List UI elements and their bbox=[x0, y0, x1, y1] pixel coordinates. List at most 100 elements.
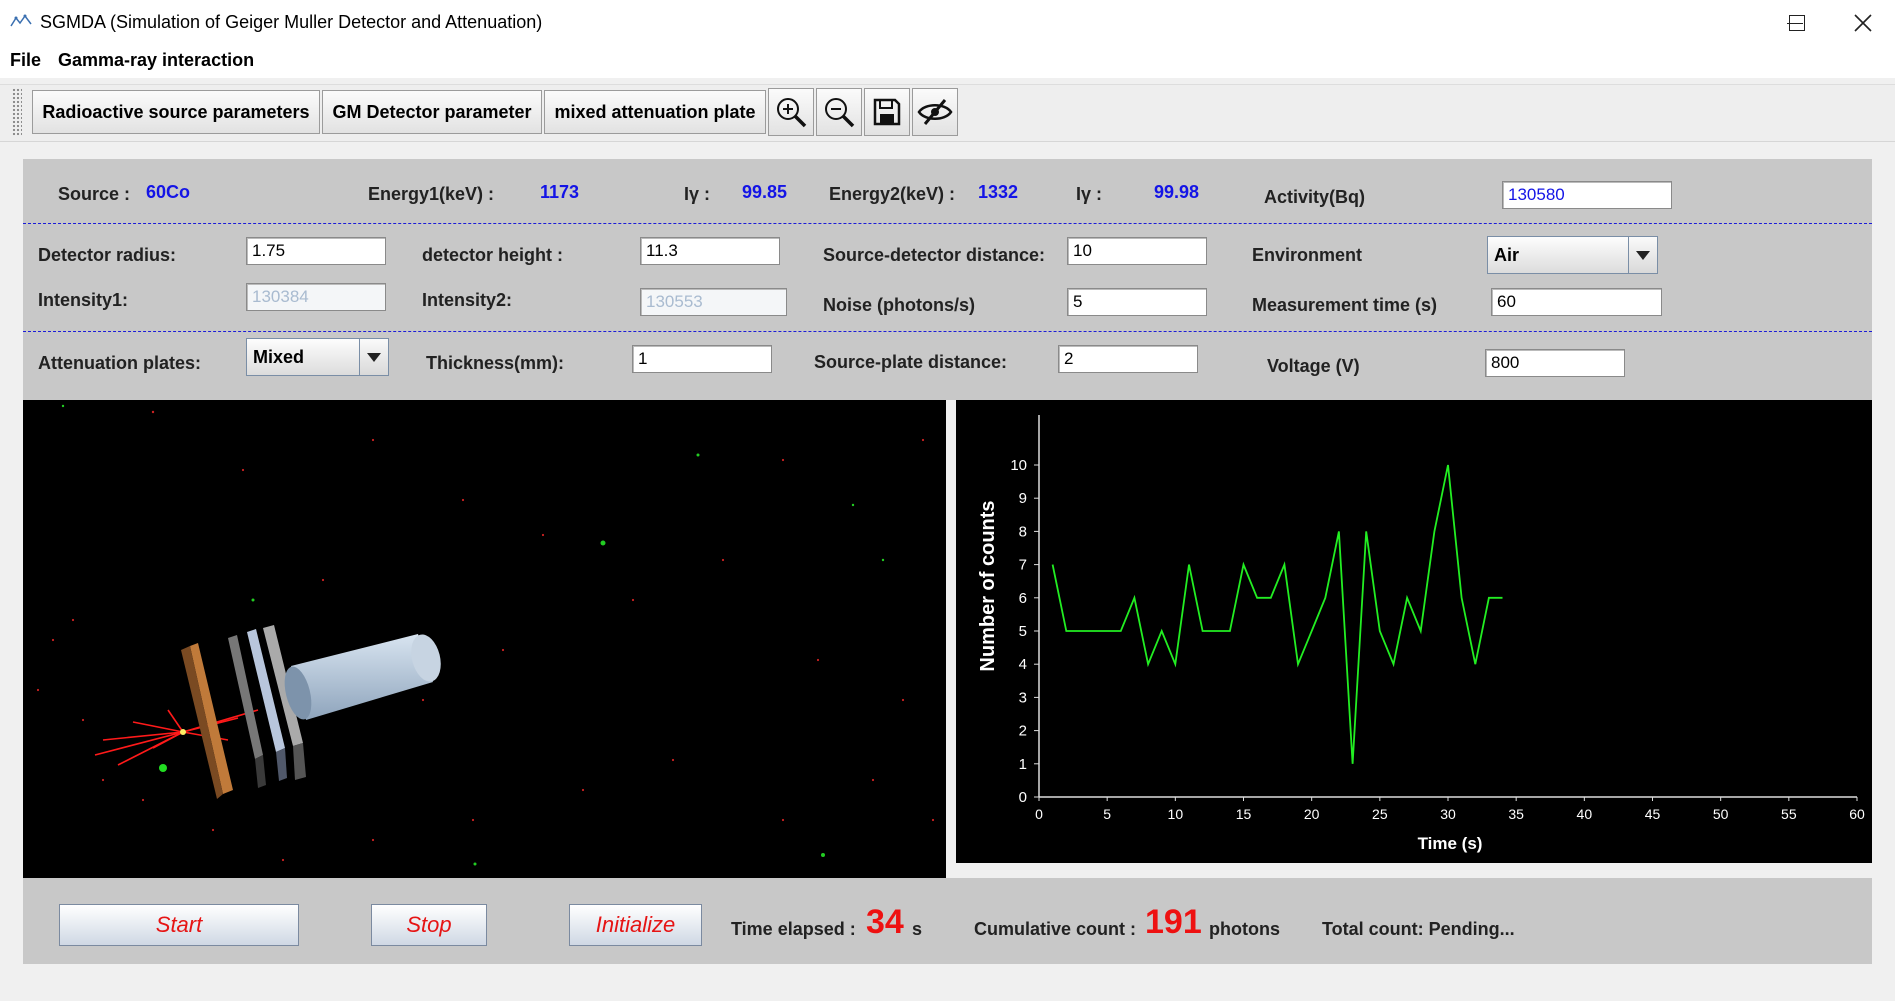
time-elapsed-value: 34 bbox=[866, 903, 904, 941]
control-bar bbox=[23, 878, 1872, 964]
environment-label: Environment bbox=[1252, 245, 1363, 265]
source-detector-distance-label: Source-detector distance: bbox=[823, 245, 1046, 265]
intensity-gamma2-value: 99.98 bbox=[1154, 182, 1200, 202]
hide-icon bbox=[917, 99, 953, 125]
time-elapsed-label: Time elapsed : bbox=[731, 919, 856, 939]
intensity-gamma2-label: Iγ : bbox=[1076, 184, 1103, 204]
y-tick-label: 2 bbox=[1019, 723, 1027, 740]
hide-view-button[interactable] bbox=[912, 88, 958, 136]
detector-radius-label: Detector radius: bbox=[38, 245, 177, 265]
x-tick-label: 15 bbox=[1236, 806, 1252, 822]
intensity-gamma1-value: 99.85 bbox=[742, 182, 788, 202]
y-axis-label: Number of counts bbox=[977, 500, 999, 671]
x-tick-label: 60 bbox=[1849, 806, 1865, 822]
counts-series-line bbox=[1051, 464, 1503, 764]
measurement-time-label: Measurement time (s) bbox=[1252, 295, 1438, 315]
radioactive-source-button[interactable]: Radioactive source parameters bbox=[32, 90, 320, 134]
energy2-value: 1332 bbox=[978, 182, 1019, 202]
activity-input[interactable] bbox=[1502, 181, 1672, 209]
maximize-button-box[interactable] bbox=[1762, 0, 1832, 46]
x-tick-label: 20 bbox=[1304, 806, 1320, 822]
counts-chart-svg: 012345678910 0 5 10 15 20 25 30 35 40 45 50 55 60 Ti… bbox=[977, 415, 1865, 853]
gm-detector-tube bbox=[284, 634, 441, 720]
voltage-input[interactable] bbox=[1485, 349, 1625, 377]
y-tick-label: 8 bbox=[1019, 523, 1027, 540]
x-tick-label: 55 bbox=[1781, 806, 1797, 822]
x-tick-label: 45 bbox=[1645, 806, 1661, 822]
voltage-label: Voltage (V) bbox=[1267, 356, 1360, 376]
attenuation-plates-select[interactable]: Mixed bbox=[246, 338, 389, 376]
measurement-time-input[interactable] bbox=[1491, 288, 1662, 316]
toolbar-grip[interactable] bbox=[12, 88, 22, 136]
stop-button[interactable]: Stop bbox=[371, 904, 487, 946]
cumulative-count-unit: photons bbox=[1209, 919, 1280, 939]
environment-select[interactable]: Air bbox=[1487, 236, 1658, 274]
x-tick-label: 0 bbox=[1035, 806, 1043, 822]
menu-file[interactable]: File bbox=[10, 50, 41, 71]
y-tick-label: 9 bbox=[1019, 490, 1027, 507]
noise-input[interactable] bbox=[1067, 288, 1207, 316]
cumulative-count-value: 191 bbox=[1145, 903, 1202, 941]
app-icon bbox=[10, 14, 32, 27]
energy2-label: Energy2(keV) : bbox=[829, 184, 956, 204]
intensity2-label: Intensity2: bbox=[422, 290, 513, 310]
source-detector-distance-input[interactable] bbox=[1067, 237, 1207, 265]
zoom-out-icon bbox=[825, 98, 855, 128]
y-tick-label: 6 bbox=[1019, 590, 1027, 607]
source-plate-distance-label: Source-plate distance: bbox=[814, 352, 1008, 372]
menu-bar bbox=[0, 46, 1895, 78]
save-button[interactable] bbox=[864, 88, 910, 136]
activity-label: Activity(Bq) bbox=[1264, 187, 1366, 207]
noise-label: Noise (photons/s) bbox=[823, 295, 975, 315]
window-title: SGMDA (Simulation of Geiger Muller Detec… bbox=[40, 12, 543, 32]
thickness-label: Thickness(mm): bbox=[426, 353, 565, 373]
y-tick-label: 10 bbox=[1010, 457, 1027, 474]
x-tick-label: 10 bbox=[1168, 806, 1184, 822]
x-tick-label: 50 bbox=[1713, 806, 1729, 822]
menu-gamma-ray-interaction[interactable]: Gamma-ray interaction bbox=[58, 50, 254, 71]
separator-1 bbox=[23, 223, 1872, 224]
y-tick-label: 1 bbox=[1019, 756, 1027, 773]
radioactive-source bbox=[180, 729, 186, 735]
mixed-attenuation-plate-button[interactable]: mixed attenuation plate bbox=[544, 90, 766, 134]
close-button[interactable] bbox=[1832, 0, 1894, 46]
initialize-button[interactable]: Initialize bbox=[569, 904, 702, 946]
y-tick-label: 3 bbox=[1019, 689, 1027, 706]
start-button[interactable]: Start bbox=[59, 904, 299, 946]
attenuation-plates-value: Mixed bbox=[253, 347, 305, 367]
environment-value: Air bbox=[1494, 245, 1520, 265]
close-icon bbox=[1854, 14, 1872, 32]
x-tick-label: 25 bbox=[1372, 806, 1388, 822]
detector-height-label: detector height : bbox=[422, 245, 564, 265]
gamma-rays bbox=[94, 709, 259, 766]
x-tick-label: 30 bbox=[1440, 806, 1456, 822]
detector-radius-input[interactable] bbox=[246, 237, 386, 265]
gm-detector-button[interactable]: GM Detector parameter bbox=[322, 90, 542, 134]
attenuation-plates bbox=[181, 625, 306, 799]
total-count-status: Total count: Pending... bbox=[1322, 919, 1515, 939]
chevron-down-icon[interactable] bbox=[359, 339, 388, 375]
source-plate-distance-input[interactable] bbox=[1058, 345, 1198, 373]
y-tick-label: 5 bbox=[1019, 623, 1027, 640]
title-bar: SGMDA (Simulation of Geiger Muller Detec… bbox=[0, 0, 1895, 46]
chevron-down-icon[interactable] bbox=[1628, 237, 1657, 273]
counts-chart: 0 1 2 3 4 5 6 7 8 9 10 0 5 10 15 20 25 30 35 40 45 50 55 60 Ti… bbox=[956, 400, 1872, 863]
background-particles bbox=[36, 404, 935, 866]
intensity-gamma1-label: Iγ : bbox=[684, 184, 711, 204]
intensity1-label: Intensity1: bbox=[38, 290, 129, 310]
zoom-in-icon bbox=[777, 98, 807, 128]
energy1-label: Energy1(keV) : bbox=[368, 184, 495, 204]
separator-2 bbox=[23, 331, 1872, 332]
simulation-scene bbox=[36, 404, 935, 866]
energy1-value: 1173 bbox=[540, 182, 580, 202]
source-value: 60Co bbox=[146, 182, 191, 202]
simulation-3d-view[interactable] bbox=[23, 400, 946, 878]
time-elapsed-unit: s bbox=[912, 919, 923, 939]
maximize-icon bbox=[1789, 15, 1805, 31]
thickness-input[interactable] bbox=[632, 345, 772, 373]
zoom-out-button[interactable] bbox=[816, 88, 862, 136]
cumulative-count-label: Cumulative count : bbox=[974, 919, 1137, 939]
zoom-in-button[interactable] bbox=[768, 88, 814, 136]
x-tick-label: 35 bbox=[1508, 806, 1524, 822]
detector-height-input[interactable] bbox=[640, 237, 780, 265]
